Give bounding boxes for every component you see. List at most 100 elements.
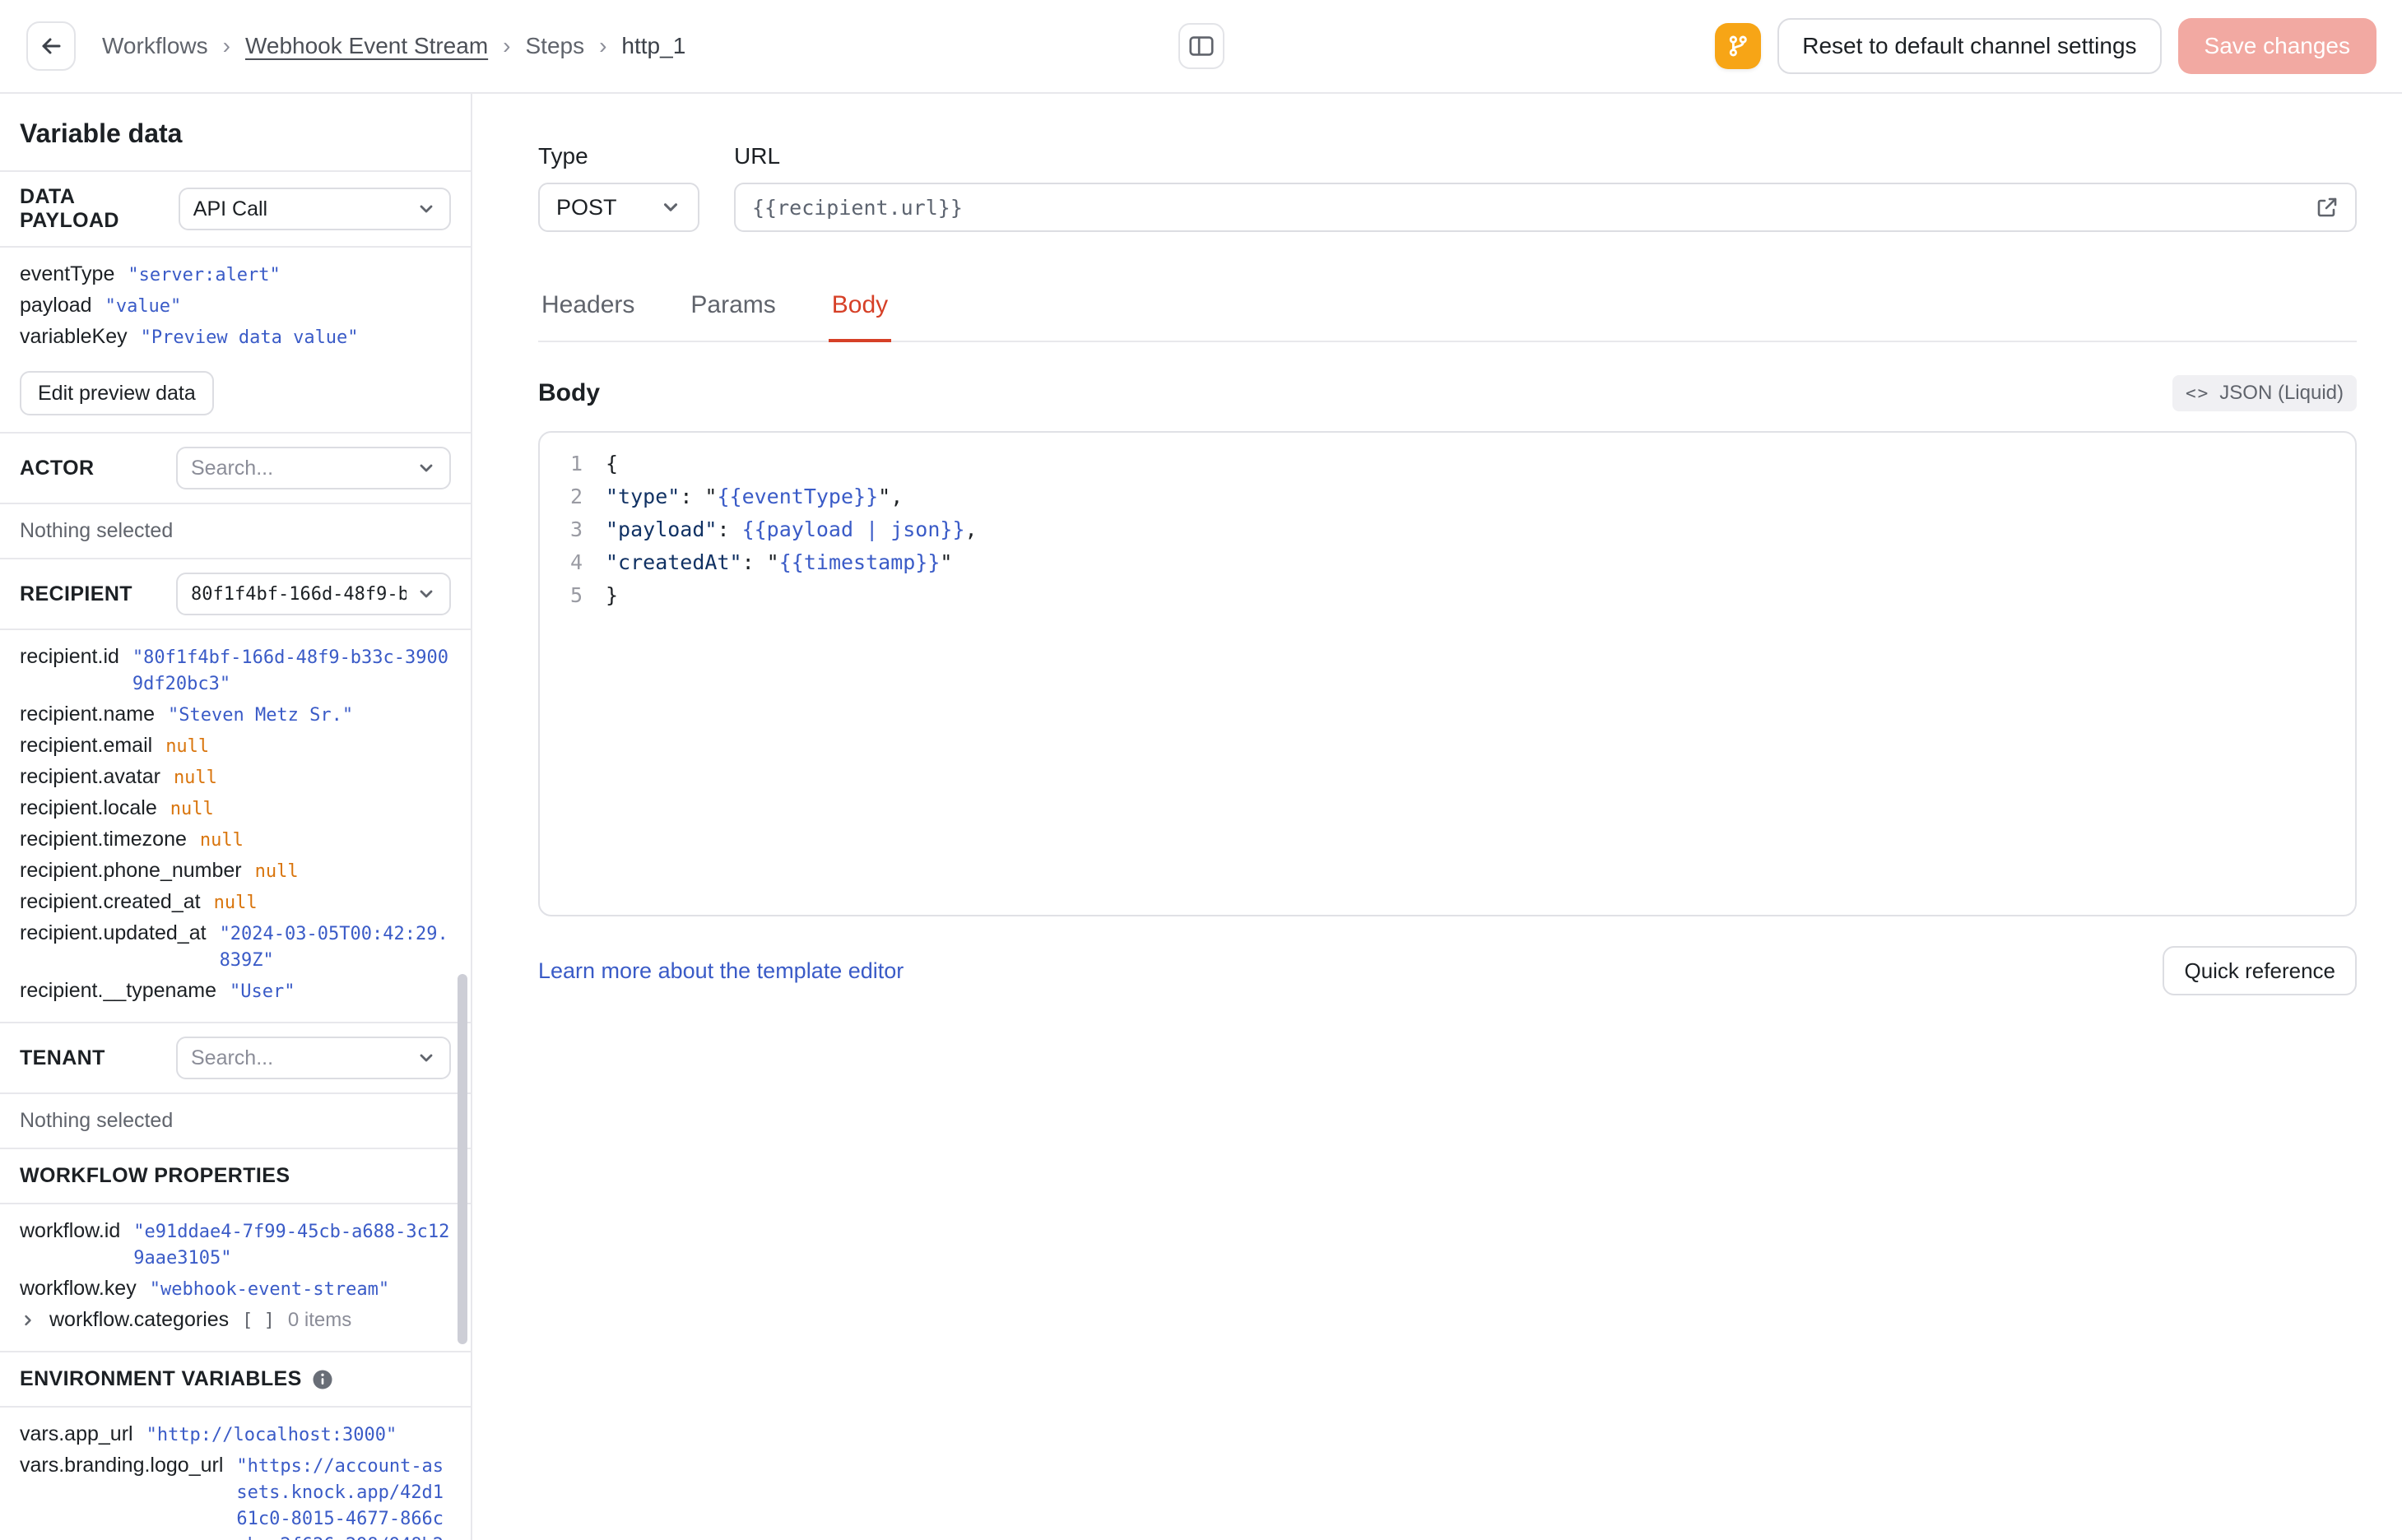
- data-payload-select[interactable]: API Call: [178, 188, 451, 230]
- line-number: 1: [569, 452, 583, 475]
- back-button[interactable]: [26, 21, 76, 71]
- variable-value: "80f1f4bf-166d-48f9-b33c-39009df20bc3": [132, 647, 449, 694]
- method-select[interactable]: POST: [538, 183, 699, 232]
- request-tabs: Headers Params Body: [538, 291, 2357, 342]
- pending-changes-badge[interactable]: [1715, 23, 1762, 69]
- tab-params[interactable]: Params: [687, 291, 778, 342]
- recipient-select[interactable]: 80f1f4bf-166d-48f9-b33c: [176, 573, 451, 615]
- url-input[interactable]: {{recipient.url}}: [734, 183, 2357, 232]
- variable-value: "http://localhost:3000": [146, 1425, 397, 1445]
- template-editor-docs-link[interactable]: Learn more about the template editor: [538, 958, 904, 984]
- variable-row: recipient.email null: [20, 731, 451, 762]
- back-arrow-icon: [42, 38, 61, 54]
- code-line: 4 "createdAt": "{{timestamp}}": [540, 546, 2355, 579]
- breadcrumb-webhook-event-stream[interactable]: Webhook Event Stream: [245, 33, 488, 59]
- variable-key: recipient.__typename: [20, 979, 217, 1002]
- tab-headers[interactable]: Headers: [538, 291, 638, 342]
- format-badge-label: JSON (Liquid): [2219, 382, 2344, 404]
- variable-row: recipient.created_at null: [20, 887, 451, 918]
- git-branch-icon: [1730, 35, 1748, 57]
- variable-key: recipient.timezone: [20, 828, 187, 851]
- edit-preview-data-wrap: Edit preview data: [0, 368, 471, 434]
- panel-toggle-button[interactable]: [1178, 23, 1224, 69]
- variable-row: recipient.__typename "User": [20, 976, 451, 1007]
- code-icon: <>: [2185, 383, 2210, 403]
- variable-key: recipient.name: [20, 703, 155, 726]
- sidebar-scrollbar-thumb[interactable]: [458, 974, 467, 1344]
- tab-body[interactable]: Body: [828, 291, 892, 342]
- info-icon[interactable]: [312, 1369, 333, 1390]
- method-selected-value: POST: [556, 194, 617, 220]
- url-field: URL {{recipient.url}}: [734, 143, 2357, 232]
- code-line: 3 "payload": {{payload | json}},: [540, 513, 2355, 546]
- request-config-row: Type POST URL {{recipient.url}}: [538, 143, 2357, 232]
- variable-row: variableKey "Preview data value": [20, 322, 451, 353]
- variable-value: "value": [105, 296, 182, 317]
- edit-preview-data-button[interactable]: Edit preview data: [20, 371, 214, 415]
- variable-value: null: [173, 768, 217, 788]
- variable-value: null: [213, 893, 258, 913]
- breadcrumb-separator: ›: [222, 33, 230, 58]
- chevron-down-icon: [420, 464, 433, 472]
- recipient-variables: recipient.id "80f1f4bf-166d-48f9-b33c-39…: [0, 630, 471, 1023]
- code-line: 2 "type": "{{eventType}}",: [540, 480, 2355, 513]
- breadcrumb-workflows[interactable]: Workflows: [102, 33, 208, 59]
- chevron-down-icon: [663, 203, 678, 211]
- actor-search-select[interactable]: Search...: [176, 447, 451, 489]
- variable-value: "server:alert": [128, 265, 281, 285]
- variable-key: vars.branding.logo_url: [20, 1454, 224, 1477]
- tenant-empty-state: Nothing selected: [0, 1094, 471, 1149]
- actor-label: ACTOR: [20, 456, 95, 480]
- variable-key: recipient.email: [20, 734, 153, 757]
- environment-variables-label: ENVIRONMENT VARIABLES: [20, 1367, 302, 1390]
- variable-value: null: [165, 736, 210, 757]
- variable-value: "e91ddae4-7f99-45cb-a688-3c129aae3105": [133, 1222, 450, 1269]
- variable-key: variableKey: [20, 325, 128, 348]
- data-payload-label: DATA PAYLOAD: [20, 185, 119, 232]
- line-number: 4: [569, 550, 583, 574]
- workflow-properties-label: WORKFLOW PROPERTIES: [20, 1164, 290, 1187]
- variable-key: vars.app_url: [20, 1422, 133, 1445]
- quick-reference-button[interactable]: Quick reference: [2163, 946, 2357, 995]
- variable-row: recipient.updated_at "2024-03-05T00:42:2…: [20, 918, 451, 976]
- variable-key: recipient.id: [20, 645, 119, 668]
- body-template-editor[interactable]: 1 { 2 "type": "{{eventType}}", 3 "payloa…: [538, 431, 2357, 916]
- chevron-down-icon: [420, 590, 433, 598]
- variable-key: workflow.categories: [49, 1308, 230, 1331]
- variable-row: recipient.locale null: [20, 793, 451, 824]
- chevron-down-icon: [420, 205, 433, 213]
- workflow-properties-header: WORKFLOW PROPERTIES: [0, 1149, 471, 1204]
- variable-value: "webhook-event-stream": [149, 1279, 390, 1300]
- variable-row: recipient.avatar null: [20, 762, 451, 793]
- topbar: Workflows › Webhook Event Stream › Steps…: [0, 0, 2402, 94]
- variable-key: recipient.avatar: [20, 765, 160, 788]
- breadcrumb-steps[interactable]: Steps: [525, 33, 584, 59]
- tenant-row: TENANT Search...: [0, 1023, 471, 1094]
- breadcrumb: Workflows › Webhook Event Stream › Steps…: [102, 33, 685, 59]
- method-label: Type: [538, 143, 588, 169]
- variable-row: vars.branding.logo_url "https://account-…: [20, 1450, 451, 1540]
- variable-data-sidebar: Variable data DATA PAYLOAD API Call even…: [0, 94, 472, 1540]
- variable-key: workflow.key: [20, 1277, 137, 1300]
- open-url-button[interactable]: [2316, 196, 2339, 219]
- workflow-properties-list: workflow.id "e91ddae4-7f99-45cb-a688-3c1…: [0, 1204, 471, 1352]
- variable-key: recipient.locale: [20, 796, 157, 819]
- breadcrumb-separator: ›: [599, 33, 607, 58]
- code-line: 5 }: [540, 579, 2355, 612]
- save-changes-button[interactable]: Save changes: [2177, 18, 2376, 74]
- variable-value: "2024-03-05T00:42:29.839Z": [219, 924, 448, 971]
- variable-row: workflow.id "e91ddae4-7f99-45cb-a688-3c1…: [20, 1216, 451, 1273]
- reset-channel-settings-button[interactable]: Reset to default channel settings: [1777, 18, 2162, 74]
- variable-key: recipient.phone_number: [20, 859, 242, 882]
- data-payload-row: DATA PAYLOAD API Call: [0, 172, 471, 248]
- method-field: Type POST: [538, 143, 699, 232]
- breadcrumb-http-1: http_1: [621, 33, 686, 58]
- workflow-categories-row[interactable]: workflow.categories [ ] 0 items: [20, 1305, 451, 1336]
- actor-row: ACTOR Search...: [0, 434, 471, 504]
- tenant-search-select[interactable]: Search...: [176, 1037, 451, 1079]
- variable-key: workflow.id: [20, 1219, 121, 1242]
- url-value: {{recipient.url}}: [752, 195, 963, 220]
- variable-key: recipient.updated_at: [20, 921, 207, 944]
- recipient-label: RECIPIENT: [20, 582, 132, 605]
- environment-variables-header: ENVIRONMENT VARIABLES: [0, 1352, 471, 1408]
